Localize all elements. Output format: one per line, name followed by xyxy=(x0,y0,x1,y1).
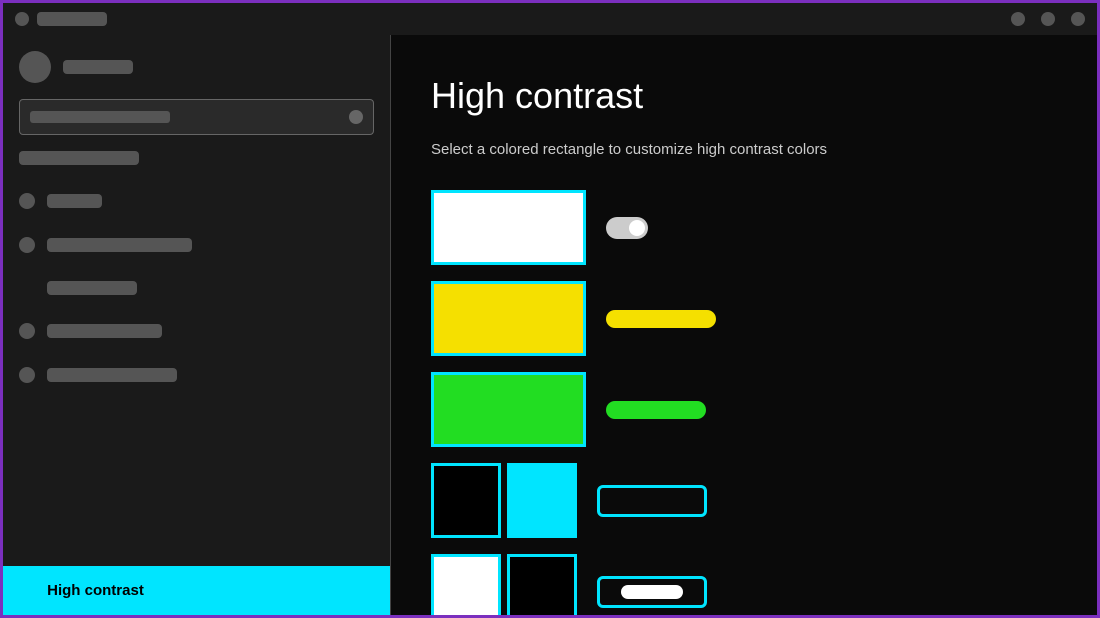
indicator-white-pill-inner xyxy=(621,585,683,599)
minimize-button[interactable] xyxy=(1011,12,1025,26)
search-text xyxy=(30,111,170,123)
titlebar-label xyxy=(37,12,107,26)
content-area: High contrast Select a colored rectangle… xyxy=(391,35,1097,615)
sidebar-items-list xyxy=(3,173,390,403)
sidebar-active-label: High contrast xyxy=(47,582,144,599)
sidebar-item-dot-5 xyxy=(19,367,35,383)
color-rect-black2[interactable] xyxy=(507,554,577,615)
indicator-green xyxy=(606,401,706,419)
main-area: ☀ High contrast High contrast Select a c… xyxy=(3,35,1097,615)
color-row-white-black xyxy=(431,554,1057,615)
sidebar-item-4[interactable] xyxy=(3,311,390,351)
sidebar: ☀ High contrast xyxy=(3,35,391,615)
avatar xyxy=(19,51,51,83)
indicator-outlined-cyan xyxy=(597,485,707,517)
color-row-white xyxy=(431,190,1057,265)
color-row-yellow xyxy=(431,281,1057,356)
sidebar-item-label-3 xyxy=(47,281,137,295)
maximize-button[interactable] xyxy=(1041,12,1055,26)
sidebar-item-label-1 xyxy=(47,194,102,208)
color-rect-white[interactable] xyxy=(431,190,586,265)
color-rect-white2[interactable] xyxy=(431,554,501,615)
indicator-white-pill xyxy=(597,576,707,608)
toggle-switch[interactable] xyxy=(606,217,648,239)
sidebar-item-3[interactable] xyxy=(3,269,390,307)
page-title: High contrast xyxy=(431,75,1057,117)
color-rect-black[interactable] xyxy=(431,463,501,538)
pair-black-cyan xyxy=(431,463,577,538)
sidebar-item-dot-4 xyxy=(19,323,35,339)
sidebar-item-dot-2 xyxy=(19,237,35,253)
color-row-green xyxy=(431,372,1057,447)
color-rect-yellow[interactable] xyxy=(431,281,586,356)
indicator-yellow xyxy=(606,310,716,328)
sun-icon: ☀ xyxy=(19,580,35,601)
sidebar-item-1[interactable] xyxy=(3,181,390,221)
sidebar-item-high-contrast[interactable]: ☀ High contrast xyxy=(3,566,390,615)
search-icon xyxy=(349,110,363,124)
close-button[interactable] xyxy=(1071,12,1085,26)
sidebar-section-label-1 xyxy=(19,151,139,165)
titlebar-controls xyxy=(1011,12,1085,26)
sidebar-item-label-5 xyxy=(47,368,177,382)
color-rect-green[interactable] xyxy=(431,372,586,447)
titlebar-circle xyxy=(15,12,29,26)
sidebar-header xyxy=(3,35,390,91)
titlebar-left xyxy=(15,12,107,26)
sidebar-item-label-4 xyxy=(47,324,162,338)
sidebar-item-label-2 xyxy=(47,238,192,252)
username-label xyxy=(63,60,133,74)
search-bar[interactable] xyxy=(19,99,374,135)
titlebar xyxy=(3,3,1097,35)
color-row-black-cyan xyxy=(431,463,1057,538)
color-rect-cyan[interactable] xyxy=(507,463,577,538)
page-subtitle: Select a colored rectangle to customize … xyxy=(431,141,1057,158)
sidebar-item-2[interactable] xyxy=(3,225,390,265)
sidebar-item-dot-1 xyxy=(19,193,35,209)
pair-white-black xyxy=(431,554,577,615)
sidebar-item-5[interactable] xyxy=(3,355,390,395)
